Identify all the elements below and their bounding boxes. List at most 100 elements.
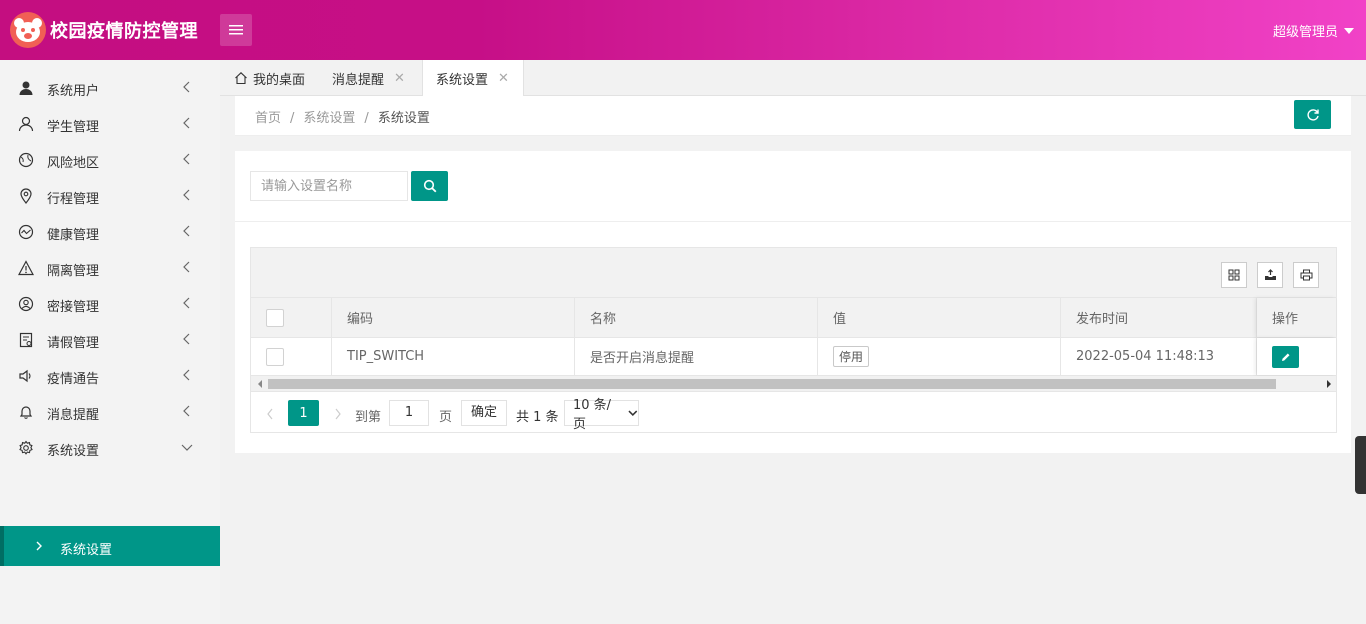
breadcrumb-separator: / — [364, 111, 369, 126]
chart-wave-icon — [18, 224, 34, 240]
breadcrumb-bar: 首页 / 系统设置 / 系统设置 — [235, 96, 1351, 136]
columns-filter-button[interactable] — [1221, 262, 1247, 288]
sidebar-item-itinerary[interactable]: 行程管理 — [0, 178, 220, 214]
horizontal-scrollbar[interactable] — [251, 376, 1336, 392]
sidebar-item-risk-areas[interactable]: 风险地区 — [0, 142, 220, 178]
sidebar-subitem-settings[interactable]: 系统设置 — [0, 526, 220, 566]
page-size-select[interactable]: 10 条/页 — [564, 398, 639, 432]
sidebar-item-label: 健康管理 — [47, 228, 100, 243]
column-header-value[interactable]: 值 — [818, 298, 1061, 337]
sidebar-item-label: 消息提醒 — [47, 408, 100, 423]
pagination: 1 到第 1 页 确定 共 1 条 10 条/页 — [251, 394, 1336, 434]
sidebar-item-label: 学生管理 — [47, 120, 100, 135]
active-indicator — [0, 526, 4, 566]
page-label: 页 — [439, 410, 453, 425]
cell-time: 2022-05-04 11:48:13 — [1061, 338, 1257, 375]
row-checkbox[interactable] — [266, 347, 284, 366]
chevron-left-icon — [183, 333, 190, 345]
breadcrumb-separator: / — [290, 111, 295, 126]
goto-label: 到第 — [355, 410, 382, 425]
cell-actions — [1257, 338, 1336, 375]
logo-icon — [10, 12, 46, 48]
home-icon — [235, 72, 247, 85]
chevron-left-icon — [183, 81, 190, 93]
sidebar-item-quarantine[interactable]: 隔离管理 — [0, 250, 220, 286]
chevron-left-icon — [183, 369, 190, 381]
chevron-left-icon — [183, 189, 190, 201]
chevron-down-icon — [628, 410, 638, 417]
tab-settings[interactable]: 系统设置 ✕ — [422, 60, 524, 97]
sidebar-item-label: 风险地区 — [47, 156, 100, 171]
prev-page-icon[interactable] — [266, 408, 274, 420]
breadcrumb-level1[interactable]: 系统设置 — [303, 111, 355, 126]
warning-icon — [18, 260, 34, 276]
disable-button[interactable]: 停用 — [833, 346, 870, 367]
tab-bar: 我的桌面 消息提醒 ✕ 系统设置 ✕ — [220, 60, 1366, 97]
sidebar-item-system-users[interactable]: 系统用户 — [0, 70, 220, 106]
sidebar-item-students[interactable]: 学生管理 — [0, 106, 220, 142]
cell-value: 停用 — [818, 338, 1061, 375]
column-header-name[interactable]: 名称 — [575, 298, 818, 337]
scroll-right-icon[interactable] — [1325, 380, 1333, 388]
total-count: 共 1 条 — [516, 410, 559, 425]
print-button[interactable] — [1293, 262, 1319, 288]
search-input[interactable] — [250, 171, 408, 201]
scrollbar-thumb[interactable] — [268, 379, 1276, 389]
top-header: 校园疫情防控管理 超级管理员 — [0, 0, 1366, 60]
column-header-time[interactable]: 发布时间 — [1061, 298, 1257, 337]
sidebar-item-label: 密接管理 — [47, 300, 100, 315]
menu-toggle-button[interactable] — [220, 14, 252, 46]
close-icon[interactable]: ✕ — [394, 71, 405, 86]
sidebar-item-label: 系统用户 — [47, 84, 100, 99]
next-page-icon[interactable] — [334, 408, 342, 420]
refresh-button[interactable] — [1294, 100, 1331, 129]
table-row: TIP_SWITCH 是否开启消息提醒 停用 2022-05-04 11:48:… — [251, 338, 1336, 376]
pencil-icon — [1281, 353, 1289, 361]
bell-icon — [19, 406, 33, 419]
sidebar-item-label: 疫情通告 — [47, 372, 100, 387]
edit-button[interactable] — [1272, 345, 1299, 368]
chevron-left-icon — [183, 117, 190, 129]
sidebar-item-close-contacts[interactable]: 密接管理 — [0, 286, 220, 322]
export-button[interactable] — [1257, 262, 1283, 288]
speaker-icon — [19, 369, 31, 383]
table-header: 编码 名称 值 发布时间 操作 — [251, 298, 1336, 338]
row-checkbox-cell — [251, 338, 332, 375]
sidebar-subitem-label: 系统设置 — [60, 543, 113, 558]
columns-icon — [1228, 269, 1240, 281]
caret-down-icon — [1344, 27, 1354, 34]
sidebar-item-label: 隔离管理 — [47, 264, 100, 279]
goto-page-input[interactable]: 1 — [389, 400, 429, 426]
cell-name: 是否开启消息提醒 — [575, 338, 818, 375]
chevron-left-icon — [183, 153, 190, 165]
user-outline-icon — [18, 116, 34, 132]
user-menu[interactable]: 超级管理员 — [1273, 21, 1354, 40]
breadcrumb-home[interactable]: 首页 — [255, 111, 281, 126]
column-header-code[interactable]: 编码 — [332, 298, 575, 337]
user-name: 超级管理员 — [1272, 25, 1338, 40]
scroll-left-icon[interactable] — [256, 380, 264, 388]
tab-label: 系统设置 — [436, 73, 489, 88]
tab-my-desktop[interactable]: 我的桌面 — [234, 60, 305, 96]
print-icon — [1300, 269, 1312, 281]
sidebar: 系统用户 学生管理 风险地区 行程管理 健康管理 隔离管理 密接管理 请假管理 — [0, 60, 220, 624]
table-toolbar — [251, 248, 1336, 298]
search-button[interactable] — [411, 171, 448, 201]
sidebar-item-leave[interactable]: 请假管理 — [0, 322, 220, 358]
goto-confirm-button[interactable]: 确定 — [461, 400, 507, 426]
sidebar-item-health[interactable]: 健康管理 — [0, 214, 220, 250]
chevron-right-icon — [36, 541, 42, 551]
page-button-current[interactable]: 1 — [288, 400, 319, 426]
globe-icon — [18, 152, 34, 168]
breadcrumb-current: 系统设置 — [377, 111, 430, 126]
floating-side-widget[interactable] — [1355, 436, 1366, 494]
close-icon[interactable]: ✕ — [498, 71, 509, 86]
sidebar-item-label: 请假管理 — [47, 336, 100, 351]
tab-messages[interactable]: 消息提醒 ✕ — [332, 60, 405, 96]
sidebar-item-messages[interactable]: 消息提醒 — [0, 394, 220, 430]
select-all-checkbox[interactable] — [266, 308, 284, 327]
header-checkbox-cell — [251, 298, 332, 337]
sidebar-item-settings[interactable]: 系统设置 — [0, 430, 220, 466]
sidebar-item-notices[interactable]: 疫情通告 — [0, 358, 220, 394]
chevron-left-icon — [183, 261, 190, 273]
